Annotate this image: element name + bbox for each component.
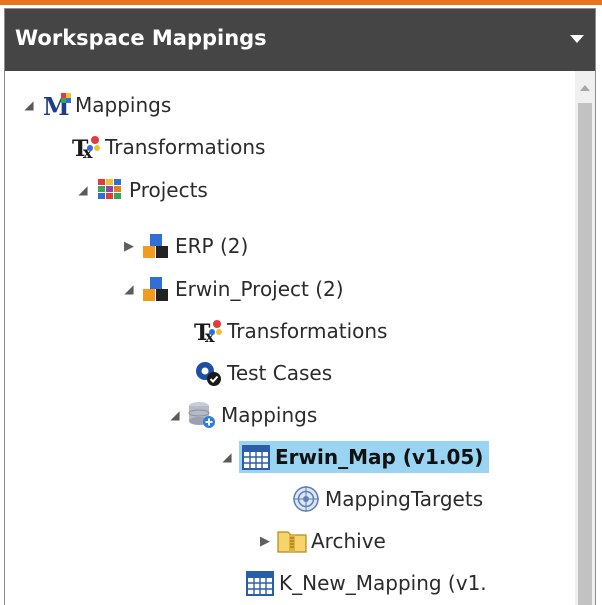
- expand-toggle-icon[interactable]: ◢: [71, 172, 95, 208]
- tree-node-label: MappingTargets: [325, 487, 484, 511]
- tree-node-label: K_New_Mapping (v1.: [279, 571, 487, 595]
- tree-node-erwin-map[interactable]: ◢ Erwin_Map (v1.05): [215, 439, 490, 475]
- selected-node-highlight[interactable]: Erwin_Map (v1.05): [239, 441, 490, 473]
- tree-node-label: Test Cases: [227, 361, 333, 385]
- tree-node-erwin-project[interactable]: ◢ Erwin_Project (2): [117, 271, 344, 307]
- tree-node-mapping-targets[interactable]: MappingTargets: [291, 481, 483, 517]
- expand-toggle-icon[interactable]: ◢: [163, 397, 187, 433]
- tree-node-projects[interactable]: ◢ Projects: [71, 172, 208, 208]
- vertical-scrollbar[interactable]: [575, 71, 595, 605]
- tree-node-k-new-mapping[interactable]: K_New_Mapping (v1.: [245, 565, 487, 601]
- tree-node-project-transformations[interactable]: T x Transformations: [193, 313, 387, 349]
- project-icon: [141, 232, 171, 260]
- top-accent-bar: [0, 0, 602, 5]
- map-calendar-icon: [245, 569, 275, 597]
- target-icon: [291, 485, 321, 513]
- tree-node-label: Transformations: [227, 319, 388, 343]
- collapse-toggle-icon[interactable]: ▶: [253, 523, 277, 559]
- tree-node-label: Transformations: [105, 135, 266, 159]
- tree-node-test-cases[interactable]: Test Cases: [193, 355, 332, 391]
- tree-node-erp[interactable]: ▶ ERP (2): [117, 228, 248, 264]
- project-icon: [141, 275, 171, 303]
- scroll-up-arrow-icon[interactable]: [580, 85, 590, 91]
- workspace-mappings-panel: Workspace Mappings ◢ M Mappings T x Tran…: [4, 8, 596, 605]
- tree-node-label: Erwin_Project (2): [175, 277, 344, 301]
- expand-toggle-icon[interactable]: ◢: [117, 271, 141, 307]
- tree-node-label: Mappings: [221, 403, 318, 427]
- tree-node-project-mappings[interactable]: ◢ Mappings: [163, 397, 317, 433]
- panel-title: Workspace Mappings: [15, 26, 267, 50]
- tree-node-label: Erwin_Map (v1.05): [275, 445, 484, 469]
- scrollbar-thumb[interactable]: [578, 103, 592, 605]
- expand-toggle-icon[interactable]: ◢: [215, 439, 239, 475]
- mappings-tree: ◢ M Mappings T x Transformations ◢ Proje…: [5, 71, 565, 605]
- map-calendar-icon: [241, 443, 271, 471]
- transformations-icon: T x: [193, 317, 223, 345]
- projects-icon: [95, 176, 125, 204]
- tree-node-label: Archive: [311, 529, 386, 553]
- tree-node-label: Projects: [129, 178, 208, 202]
- chevron-down-icon[interactable]: [570, 35, 584, 43]
- tree-node-label: Mappings: [75, 93, 172, 117]
- tree-node-label: ERP (2): [175, 234, 249, 258]
- tree-node-transformations[interactable]: T x Transformations: [71, 129, 265, 165]
- database-mappings-icon: [187, 401, 217, 429]
- test-cases-icon: [193, 359, 223, 387]
- tree-node-mappings-root[interactable]: ◢ M Mappings: [17, 87, 171, 123]
- mappings-root-icon: M: [41, 91, 71, 119]
- panel-header: Workspace Mappings: [5, 9, 595, 71]
- transformations-icon: T x: [71, 133, 101, 161]
- collapse-toggle-icon[interactable]: ▶: [117, 228, 141, 264]
- expand-toggle-icon[interactable]: ◢: [17, 87, 41, 123]
- archive-folder-icon: [277, 527, 307, 555]
- tree-node-archive[interactable]: ▶ Archive: [253, 523, 386, 559]
